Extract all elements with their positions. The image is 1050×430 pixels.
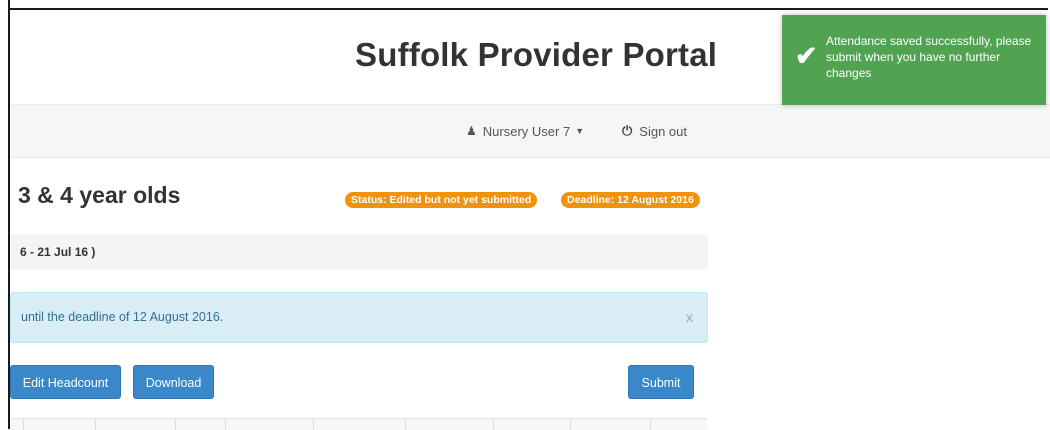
download-button[interactable]: Download <box>133 365 214 399</box>
site-title: Suffolk Provider Portal <box>355 36 718 73</box>
page-heading: 3 & 4 year olds <box>18 182 181 208</box>
user-icon: ♟ <box>466 124 477 138</box>
table-column-divider <box>175 419 176 430</box>
table-column-divider <box>493 419 494 430</box>
period-panel: 6 - 21 Jul 16 ) <box>10 234 708 270</box>
period-text: 6 - 21 Jul 16 ) <box>20 245 96 259</box>
toast-message: Attendance saved successfully, please su… <box>826 34 1032 80</box>
window-border-top <box>8 8 1048 10</box>
status-badge: Status: Edited but not yet submitted <box>345 192 538 208</box>
deadline-badge: Deadline: 12 August 2016 <box>561 192 700 208</box>
table-column-divider <box>313 419 314 430</box>
check-icon: ✔ <box>795 41 818 71</box>
alert-close-button[interactable]: x <box>686 293 693 342</box>
submit-button[interactable]: Submit <box>628 365 694 399</box>
attendance-table-header <box>10 418 708 430</box>
sign-out-label: Sign out <box>639 123 687 139</box>
navbar: ♟ Nursery User 7 ▼ ⏻ Sign out <box>10 104 1050 158</box>
table-column-divider <box>225 419 226 430</box>
table-column-divider <box>405 419 406 430</box>
info-alert-text: until the deadline of 12 August 2016. <box>21 310 224 324</box>
table-column-divider <box>95 419 96 430</box>
table-column-divider <box>570 419 571 430</box>
success-toast[interactable]: ✔ Attendance saved successfully, please … <box>782 15 1046 105</box>
edit-headcount-button[interactable]: Edit Headcount <box>10 365 121 399</box>
caret-down-icon: ▼ <box>575 126 585 136</box>
table-column-divider <box>650 419 651 430</box>
table-column-divider <box>23 419 24 430</box>
info-alert: until the deadline of 12 August 2016. x <box>10 292 708 343</box>
user-menu-label: Nursery User 7 <box>482 123 571 139</box>
user-menu-dropdown[interactable]: ♟ Nursery User 7 ▼ <box>466 105 584 157</box>
window-border-left <box>8 0 10 429</box>
sign-out-link[interactable]: ⏻ Sign out <box>622 105 687 157</box>
power-icon: ⏻ <box>622 123 633 138</box>
